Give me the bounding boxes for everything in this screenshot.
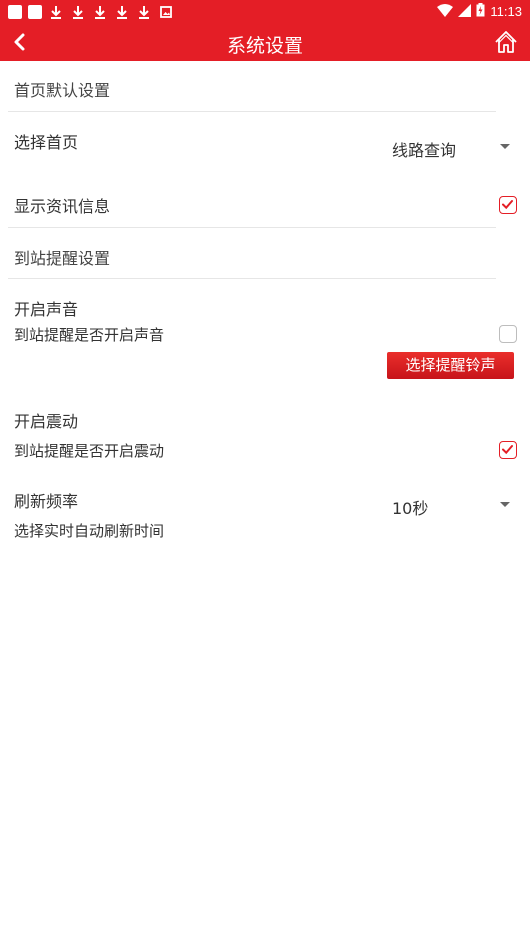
clock-time: 11:13 [490,4,522,19]
battery-icon [476,3,485,20]
photo-icon [158,4,174,20]
checkmark-icon [502,445,513,455]
notification-icons [8,4,174,20]
square-icon [8,5,22,19]
vibrate-checkbox[interactable] [499,441,517,459]
vibrate-title: 开启震动 [14,412,79,431]
download-icon [114,4,130,20]
vibrate-description: 到站提醒是否开启震动 [14,442,165,460]
refresh-frequency-value: 10秒 [392,499,429,518]
choose-home-label: 选择首页 [14,133,79,152]
refresh-description: 选择实时自动刷新时间 [14,522,165,540]
dropdown-arrow-icon [500,502,510,507]
select-ringtone-button[interactable]: 选择提醒铃声 [387,352,514,379]
section-title-home: 首页默认设置 [14,81,111,100]
dropdown-arrow-icon [500,144,510,149]
divider [8,278,496,279]
download-icon [136,4,152,20]
home-page-dropdown[interactable]: 线路查询 [390,133,518,161]
download-icon [48,4,64,20]
sound-description: 到站提醒是否开启声音 [14,326,165,344]
refresh-frequency-dropdown[interactable]: 10秒 [390,491,518,519]
download-icon [92,4,108,20]
square-icon [28,5,42,19]
download-icon [70,4,86,20]
divider [8,111,496,112]
home-button[interactable] [494,30,518,54]
checkmark-icon [502,200,513,210]
show-news-checkbox[interactable] [499,196,517,214]
status-bar: 11:13 [0,0,530,24]
title-bar: 系统设置 [0,24,530,61]
sound-title: 开启声音 [14,300,79,319]
refresh-title: 刷新频率 [14,492,79,511]
divider [8,227,496,228]
section-title-arrival: 到站提醒设置 [14,249,111,268]
wifi-icon [437,3,454,20]
show-news-label: 显示资讯信息 [14,197,111,216]
home-icon [495,31,517,53]
page-title: 系统设置 [226,35,303,57]
signal-icon [458,3,472,20]
home-page-dropdown-value: 线路查询 [392,141,457,160]
sound-checkbox[interactable] [499,325,517,343]
system-icons: 11:13 [437,3,522,20]
